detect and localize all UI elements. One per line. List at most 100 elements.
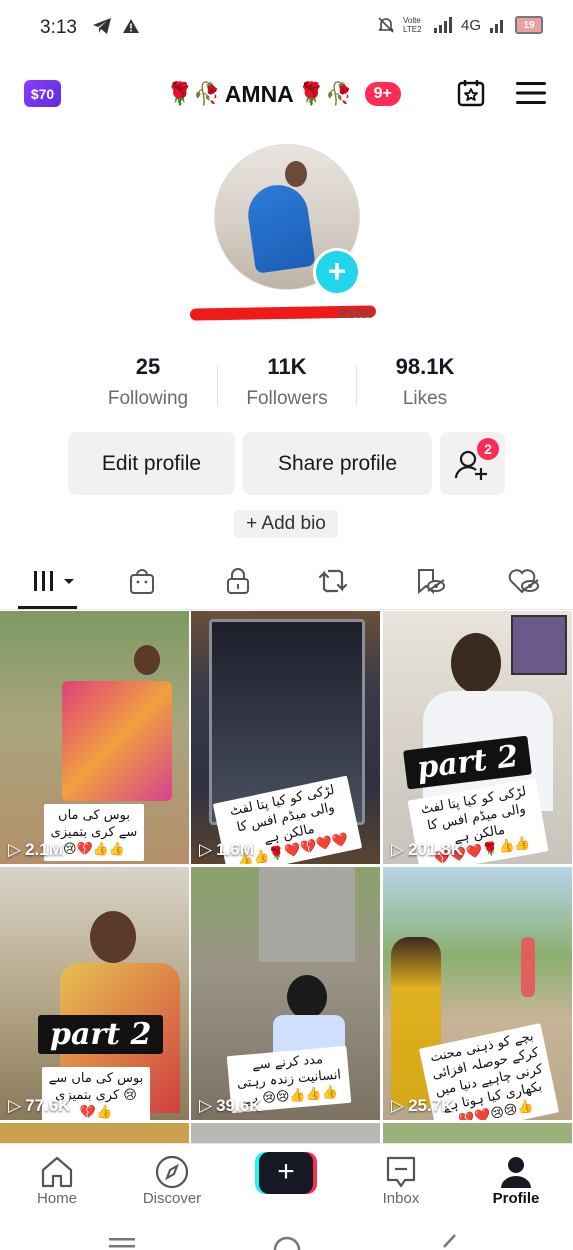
video-tile[interactable]: بچے کو ذہنی محنت کرکے حوصلہ افزائی کرنی … — [383, 867, 572, 1120]
nav-discover[interactable]: Discover — [122, 1154, 222, 1207]
hamburger-menu-icon[interactable] — [515, 80, 547, 106]
tab-favorites[interactable] — [410, 565, 450, 597]
profile-name: AMNA — [224, 80, 294, 107]
calendar-star-icon[interactable] — [456, 78, 486, 108]
liked-hidden-icon — [508, 569, 539, 594]
video-thumbnail-figure — [287, 975, 327, 1019]
video-tile[interactable]: part 2 بوس کی ماں سے کری بتمیزی 😢💔👍 ▷ 77.… — [0, 867, 189, 1120]
tab-reposts[interactable] — [313, 565, 353, 597]
nav-profile[interactable]: Profile — [466, 1154, 566, 1207]
create-plus-icon: + — [259, 1152, 313, 1194]
create-button[interactable]: + — [255, 1152, 317, 1194]
following-label: Following — [107, 388, 189, 409]
likes-count: 98.1K — [395, 354, 455, 379]
video-thumbnail-figure — [90, 911, 136, 963]
video-tile[interactable]: مدد کرنے سے انسانیت زندہ رہتی ہے 😢😢👍👍👍 ▷… — [191, 867, 380, 1120]
mute-bell-icon — [378, 17, 394, 33]
home-circle-icon[interactable] — [273, 1233, 301, 1250]
system-navigation-bar — [0, 1221, 573, 1250]
shop-bag-icon — [130, 569, 154, 594]
stat-following[interactable]: 25 Following — [78, 354, 218, 410]
play-icon: ▷ — [199, 840, 213, 859]
tab-private[interactable] — [218, 565, 258, 597]
nav-home[interactable]: Home — [7, 1154, 107, 1207]
video-tile[interactable] — [383, 1123, 572, 1143]
signal-icon — [433, 17, 452, 33]
private-lock-icon — [227, 568, 249, 594]
battery-icon: 19 — [515, 16, 543, 34]
stat-likes[interactable]: 98.1K Likes — [355, 354, 495, 410]
views-count: 39.6K — [216, 1096, 262, 1115]
avatar-photo-figure — [244, 181, 316, 274]
add-bio-button[interactable]: + Add bio — [234, 510, 338, 538]
video-thumbnail-figure — [259, 867, 355, 962]
video-tile[interactable] — [191, 1123, 380, 1143]
lte-label: Volte LTE2 — [402, 16, 422, 34]
username-redacted: ester — [189, 305, 377, 325]
nav-profile-label: Profile — [492, 1190, 540, 1207]
part-badge: part 2 — [38, 1015, 164, 1054]
edit-profile-button[interactable]: Edit profile — [68, 432, 235, 495]
title-emoji-right: 🌹🥀 — [297, 81, 353, 106]
likes-label: Likes — [402, 388, 448, 409]
views-count: 1.6M — [216, 840, 254, 859]
video-thumbnail-figure — [451, 633, 501, 693]
video-views: ▷ 25.7K — [391, 1096, 453, 1116]
status-time: 3:13 — [40, 17, 77, 38]
video-thumbnail-figure — [511, 615, 567, 675]
video-tile[interactable]: part 2 لڑکی کو کیا پتا لفٹ والی میڈم افس… — [383, 611, 572, 864]
views-count: 77.6K — [25, 1096, 71, 1115]
back-chevron-icon[interactable] — [440, 1233, 458, 1250]
profile-icon — [501, 1157, 531, 1188]
tab-videos[interactable] — [28, 565, 78, 597]
video-thumbnail-figure — [62, 681, 172, 801]
video-thumbnail-figure — [521, 937, 535, 997]
video-views: ▷ 39.6K — [199, 1096, 261, 1116]
views-count: 2.1M — [25, 840, 63, 859]
home-icon — [41, 1156, 73, 1188]
compass-icon — [155, 1155, 189, 1189]
play-icon: ▷ — [391, 840, 405, 859]
video-views: ▷ 2.1M — [8, 840, 63, 860]
followers-count: 11K — [267, 354, 307, 379]
video-tile[interactable] — [0, 1123, 189, 1143]
stat-followers[interactable]: 11K Followers — [217, 354, 357, 410]
play-icon: ▷ — [199, 1096, 213, 1115]
video-tile[interactable]: لڑکی کو کیا پتا لفٹ والی میڈم افس کا مال… — [191, 611, 380, 864]
following-count: 25 — [135, 354, 161, 379]
telegram-icon — [93, 18, 111, 34]
signal-2-icon — [490, 20, 503, 33]
network-label: 4G — [460, 16, 481, 34]
favorites-hidden-icon — [418, 569, 445, 595]
video-thumbnail-figure — [134, 645, 160, 675]
profile-title[interactable]: 🌹🥀 AMNA 🌹🥀 9+ — [166, 76, 401, 112]
avatar-photo-head — [285, 161, 307, 187]
tabs-divider — [0, 609, 573, 610]
views-count: 25.7K — [408, 1096, 454, 1115]
warning-icon — [123, 19, 139, 33]
video-views: ▷ 77.6K — [8, 1096, 70, 1116]
play-icon: ▷ — [8, 1096, 22, 1115]
recent-apps-icon[interactable] — [108, 1235, 136, 1249]
status-bar: 3:13 Volte LTE2 4G 19 — [0, 0, 573, 56]
video-tile[interactable]: بوس کی ماں سے کری بتمیزی 😢💔👍👍 ▷ 2.1M — [0, 611, 189, 864]
add-story-button[interactable]: + — [313, 248, 361, 296]
inbox-icon — [386, 1156, 416, 1188]
repost-icon — [318, 569, 348, 593]
nav-home-label: Home — [36, 1190, 77, 1207]
profile-tabs — [0, 555, 573, 611]
nav-inbox-label: Inbox — [382, 1190, 420, 1207]
grid-videos-icon — [34, 571, 74, 591]
play-icon: ▷ — [8, 840, 22, 859]
nav-inbox[interactable]: Inbox — [351, 1154, 451, 1207]
friend-requests-badge: 2 — [477, 438, 499, 460]
tab-shop[interactable] — [122, 565, 162, 597]
coins-button[interactable]: $70 — [24, 80, 61, 107]
play-icon: ▷ — [391, 1096, 405, 1115]
views-count: 201.8K — [408, 840, 463, 859]
username-visible-part: ester — [338, 305, 374, 322]
battery-level: 19 — [523, 19, 535, 31]
video-views: ▷ 1.6M — [199, 840, 254, 860]
share-profile-button[interactable]: Share profile — [243, 432, 432, 495]
tab-liked[interactable] — [504, 565, 544, 597]
